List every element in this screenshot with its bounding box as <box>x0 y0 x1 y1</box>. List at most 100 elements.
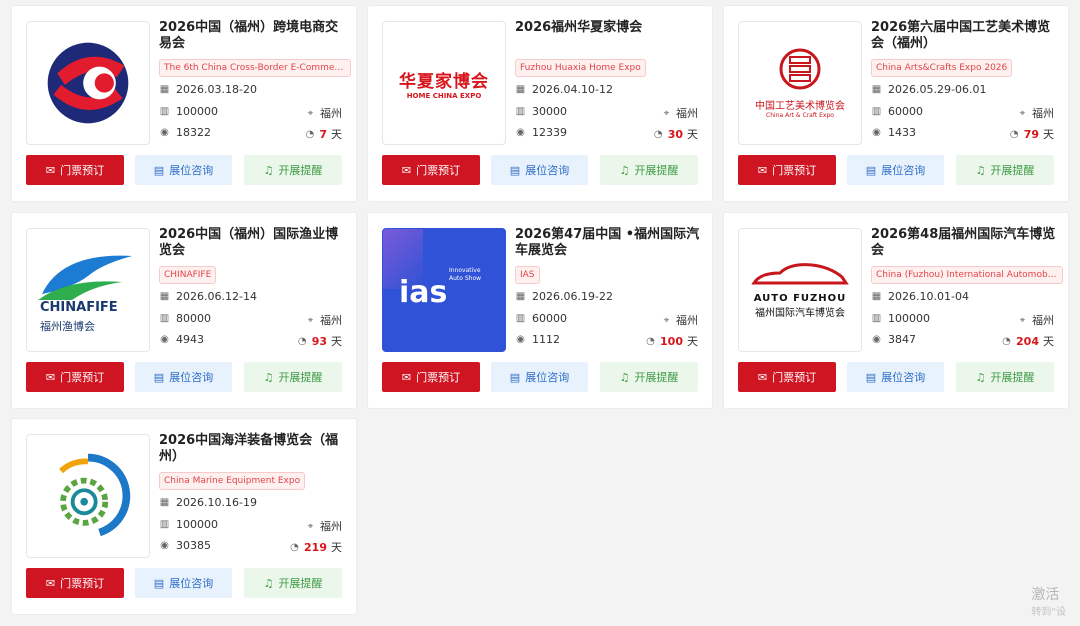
ticket-booking-button[interactable]: ✉ 门票预订 <box>382 155 480 185</box>
expo-date: 2026.05.29-06.01 <box>888 83 987 96</box>
expo-card[interactable]: ias Innovative Auto Show 2026第47届中国 •福州国… <box>368 213 712 408</box>
remind-label: 开展提醒 <box>278 577 323 590</box>
ticket-booking-button[interactable]: ✉ 门票预订 <box>382 362 480 392</box>
expo-title[interactable]: 2026第47届中国 •福州国际汽车展览会 <box>515 227 700 259</box>
expo-title[interactable]: 2026第六届中国工艺美术博览会（福州） <box>871 20 1056 52</box>
chinafife-logo-graphic: CHINAFIFE 福州渔博会 <box>32 238 144 342</box>
building-icon: ▥ <box>515 106 526 117</box>
expo-title[interactable]: 2026福州华夏家博会 <box>515 20 700 36</box>
ticket-booking-button[interactable]: ✉ 门票预订 <box>738 155 836 185</box>
expo-card[interactable]: AUTO FUZHOU 福州国际汽车博览会 2026第48届福州国际汽车博览会 … <box>724 213 1068 408</box>
day-unit: 天 <box>687 128 698 141</box>
opening-reminder-button[interactable]: ♫ 开展提醒 <box>600 362 698 392</box>
calendar-icon: ▦ <box>159 497 170 508</box>
expo-tag: CHINAFIFE <box>159 266 217 284</box>
expo-area-row: ▥ 100000 <box>871 312 930 325</box>
expo-title[interactable]: 2026中国海洋装备博览会（福州） <box>159 433 344 465</box>
opening-reminder-button[interactable]: ♫ 开展提醒 <box>956 362 1054 392</box>
expo-title[interactable]: 2026中国（福州）国际渔业博览会 <box>159 227 344 259</box>
remind-label: 开展提醒 <box>990 164 1035 177</box>
expo-area-row: ▥ 100000 <box>159 105 218 118</box>
booth-label: 展位咨询 <box>525 164 570 177</box>
ticket-icon: ✉ <box>401 370 412 384</box>
logo-text: ias <box>399 275 448 310</box>
huaxia-home-expo-logo[interactable]: 华夏家博会 HOME CHINA EXPO <box>382 21 506 145</box>
ticket-booking-button[interactable]: ✉ 门票预订 <box>26 568 124 598</box>
booth-inquiry-button[interactable]: ▤ 展位咨询 <box>491 362 588 392</box>
expo-views: 18322 <box>176 126 211 139</box>
expo-card[interactable]: 华夏家博会 HOME CHINA EXPO 2026福州华夏家博会 Fuzhou… <box>368 6 712 201</box>
expo-date-row: ▦ 2026.10.16-19 <box>159 496 257 509</box>
location-pin-icon: ⌖ <box>663 314 670 326</box>
booth-inquiry-button[interactable]: ▤ 展位咨询 <box>491 155 588 185</box>
bell-icon: ♫ <box>975 370 986 384</box>
expo-title[interactable]: 2026中国（福州）跨境电商交易会 <box>159 20 344 52</box>
auto-fuzhou-logo[interactable]: AUTO FUZHOU 福州国际汽车博览会 <box>738 228 862 352</box>
expo-countdown: ◔ 7 天 <box>304 126 342 142</box>
opening-reminder-button[interactable]: ♫ 开展提醒 <box>956 155 1054 185</box>
cross-border-fair-logo[interactable] <box>26 21 150 145</box>
days-remaining: 100 <box>660 334 683 348</box>
ticket-booking-button[interactable]: ✉ 门票预订 <box>26 155 124 185</box>
expo-date: 2026.03.18-20 <box>176 83 257 96</box>
expo-date: 2026.06.19-22 <box>532 290 613 303</box>
booth-label: 展位咨询 <box>169 577 214 590</box>
auto-fuzhou-logo-graphic: AUTO FUZHOU 福州国际汽车博览会 <box>750 261 850 319</box>
expo-date: 2026.04.10-12 <box>532 83 613 96</box>
location-pin-icon: ⌖ <box>1019 314 1026 326</box>
ticket-icon: ✉ <box>757 370 768 384</box>
opening-reminder-button[interactable]: ♫ 开展提醒 <box>244 155 342 185</box>
ticket-booking-button[interactable]: ✉ 门票预订 <box>26 362 124 392</box>
expo-card[interactable]: 2026中国海洋装备博览会（福州） China Marine Equipment… <box>12 419 356 614</box>
expo-city-row: ⌖ 福州 <box>661 312 698 328</box>
expo-tag: China (Fuzhou) International Automobile … <box>871 266 1063 284</box>
gear-wave-icon <box>59 453 131 537</box>
expo-area: 80000 <box>176 312 211 325</box>
ticket-icon: ✉ <box>45 163 56 177</box>
expo-views-row: ◉ 1433 <box>871 126 916 139</box>
ias-logo[interactable]: ias Innovative Auto Show <box>382 228 506 352</box>
expo-city: 福州 <box>320 107 342 120</box>
remind-label: 开展提醒 <box>278 164 323 177</box>
location-pin-icon: ⌖ <box>307 107 314 119</box>
opening-reminder-button[interactable]: ♫ 开展提醒 <box>600 155 698 185</box>
opening-reminder-button[interactable]: ♫ 开展提醒 <box>244 362 342 392</box>
days-remaining: 93 <box>311 334 327 348</box>
arts-crafts-expo-logo[interactable]: 中国工艺美术博览会 China Art & Craft Expo <box>738 21 862 145</box>
expo-area-row: ▥ 100000 <box>159 518 218 531</box>
booth-inquiry-button[interactable]: ▤ 展位咨询 <box>135 568 232 598</box>
clock-icon: ◔ <box>305 128 315 140</box>
expo-tag: Fuzhou Huaxia Home Expo <box>515 59 646 77</box>
card-actions: ✉ 门票预订 ▤ 展位咨询 ♫ 开展提醒 <box>738 362 1054 392</box>
document-icon: ▤ <box>865 163 877 177</box>
document-icon: ▤ <box>153 163 165 177</box>
expo-card[interactable]: CHINAFIFE 福州渔博会 2026中国（福州）国际渔业博览会 CHINAF… <box>12 213 356 408</box>
opening-reminder-button[interactable]: ♫ 开展提醒 <box>244 568 342 598</box>
building-icon: ▥ <box>159 106 170 117</box>
expo-area: 60000 <box>532 312 567 325</box>
watermark-line1: 激活 <box>1031 587 1060 603</box>
expo-views: 30385 <box>176 539 211 552</box>
expo-card[interactable]: 中国工艺美术博览会 China Art & Craft Expo 2026第六届… <box>724 6 1068 201</box>
expo-countdown: ◔ 93 天 <box>297 333 342 349</box>
document-icon: ▤ <box>509 370 521 384</box>
clock-icon: ◔ <box>290 541 299 553</box>
chinafife-logo[interactable]: CHINAFIFE 福州渔博会 <box>26 228 150 352</box>
building-icon: ▥ <box>871 313 882 324</box>
marine-equipment-logo[interactable] <box>26 434 150 558</box>
ticket-label: 门票预订 <box>60 164 105 177</box>
expo-card[interactable]: 2026中国（福州）跨境电商交易会 The 6th China Cross-Bo… <box>12 6 356 201</box>
booth-inquiry-button[interactable]: ▤ 展位咨询 <box>847 155 944 185</box>
expo-date-row: ▦ 2026.03.18-20 <box>159 83 257 96</box>
location-pin-icon: ⌖ <box>307 314 314 326</box>
booth-inquiry-button[interactable]: ▤ 展位咨询 <box>135 362 232 392</box>
expo-views: 1433 <box>888 126 916 139</box>
expo-city-row: ⌖ 福州 <box>305 105 342 121</box>
days-remaining: 79 <box>1023 127 1039 141</box>
booth-inquiry-button[interactable]: ▤ 展位咨询 <box>847 362 944 392</box>
expo-date: 2026.06.12-14 <box>176 290 257 303</box>
expo-title[interactable]: 2026第48届福州国际汽车博览会 <box>871 227 1056 259</box>
booth-inquiry-button[interactable]: ▤ 展位咨询 <box>135 155 232 185</box>
ticket-label: 门票预订 <box>416 371 461 384</box>
ticket-booking-button[interactable]: ✉ 门票预订 <box>738 362 836 392</box>
